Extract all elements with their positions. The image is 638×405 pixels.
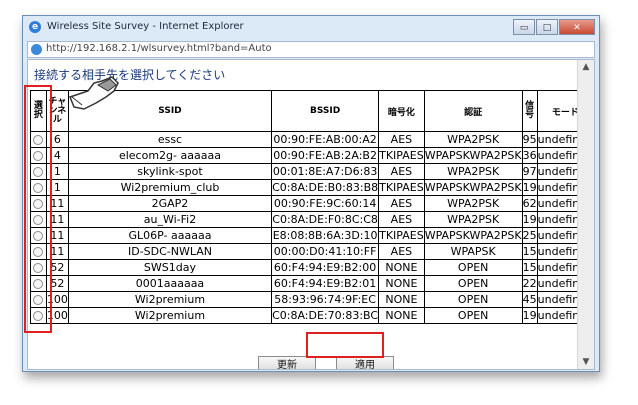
scroll-down-icon[interactable]: ▼	[578, 355, 594, 369]
cell-encryption: NONE	[378, 259, 425, 276]
cell-encryption: NONE	[378, 275, 425, 292]
cell-auth: OPEN	[423, 291, 523, 308]
cell-encryption: NONE	[378, 307, 425, 324]
cell-bssid: 00:90:FE:AB:2A:B2	[271, 147, 380, 164]
apply-button-highlight	[306, 332, 384, 358]
cell-encryption: AES	[378, 243, 425, 260]
cell-bssid: C0:8A:DE:F0:8C:C8	[271, 211, 380, 228]
cell-signal: 22	[521, 275, 538, 292]
cell-ssid: 2GAP2	[67, 195, 273, 212]
vertical-scrollbar[interactable]: ▲ ▼	[577, 60, 594, 369]
cell-ssid: au_Wi-Fi2	[67, 211, 273, 228]
table-row: 100 Wi2premium C0:8A:DE:70:83:BC NONE OPEN 19…	[30, 307, 594, 324]
browser-window: e Wireless Site Survey - Internet Explor…	[22, 15, 600, 372]
table-row: 11 2GAP2 00:90:FE:9C:60:14 AES WPA2PSK 62 unde…	[30, 195, 594, 212]
cell-signal: 15	[521, 259, 538, 276]
cell-ssid: ID-SDC-NWLAN	[67, 243, 273, 260]
table-row: 6 essc 00:90:FE:AB:00:A2 AES WPA2PSK 95 undefi…	[30, 131, 594, 148]
cell-signal: 19	[521, 211, 538, 228]
cell-signal: 95	[521, 131, 538, 148]
cell-auth: WPA2PSK	[423, 211, 523, 228]
cell-bssid: C0:8A:DE:B0:83:B8	[271, 179, 380, 196]
ie-logo-icon: e	[29, 21, 41, 33]
cell-ssid: elecom2g- aaaaaa	[67, 147, 273, 164]
cell-ssid: skylink-spot	[67, 163, 273, 180]
cell-signal: 62	[521, 195, 538, 212]
table-row: 11 GL06P- aaaaaa E8:08:8B:6A:3D:10 TKIPAES W…	[30, 227, 594, 244]
cell-bssid: 00:00:D0:41:10:FF	[271, 243, 380, 260]
window-title: Wireless Site Survey - Internet Explorer	[47, 21, 244, 32]
cell-encryption: TKIPAES	[378, 227, 425, 244]
survey-rows: 6 essc 00:90:FE:AB:00:A2 AES WPA2PSK 95 undefi…	[30, 131, 594, 324]
cell-encryption: TKIPAES	[378, 147, 425, 164]
cell-auth: OPEN	[423, 259, 523, 276]
cell-signal: 97	[521, 163, 538, 180]
cell-auth: WPAPSKWPA2PSK	[423, 179, 523, 196]
table-row: 100 Wi2premium 58:93:96:74:9F:EC NONE OPEN 45…	[30, 291, 594, 308]
cell-ssid: Wi2premium	[67, 307, 273, 324]
cell-signal: 15	[521, 243, 538, 260]
cell-bssid: C0:8A:DE:70:83:BC	[271, 307, 380, 324]
cell-bssid: 00:01:8E:A7:D6:83	[271, 163, 380, 180]
header-auth: 認証	[423, 90, 523, 132]
cell-encryption: AES	[378, 131, 425, 148]
title-bar: e Wireless Site Survey - Internet Explor…	[23, 16, 599, 40]
cell-auth: WPA2PSK	[423, 131, 523, 148]
cell-ssid: GL06P- aaaaaa	[67, 227, 273, 244]
cell-auth: WPA2PSK	[423, 195, 523, 212]
cell-signal: 19	[521, 179, 538, 196]
address-text[interactable]: http://192.168.2.1/wlsurvey.html?band=Au…	[46, 43, 272, 54]
cell-signal: 36	[521, 147, 538, 164]
header-bssid: BSSID	[271, 90, 380, 132]
window-controls: ▭ □ ✕	[513, 19, 595, 35]
cell-encryption: AES	[378, 195, 425, 212]
table-row: 4 elecom2g- aaaaaa 00:90:FE:AB:2A:B2 TKIPAE…	[30, 147, 594, 164]
cell-ssid: 0001aaaaaa	[67, 275, 273, 292]
cell-encryption: AES	[378, 163, 425, 180]
header-signal: 信号	[521, 90, 538, 132]
pointing-hand-icon	[69, 76, 119, 110]
cell-bssid: 60:F4:94:E9:B2:00	[271, 259, 380, 276]
cell-bssid: E8:08:8B:6A:3D:10	[271, 227, 380, 244]
page-heading: 接続する相手先を選択してください	[34, 68, 226, 82]
table-row: 52 SWS1day 60:F4:94:E9:B2:00 NONE OPEN 15 unde…	[30, 259, 594, 276]
cell-bssid: 58:93:96:74:9F:EC	[271, 291, 380, 308]
select-column-highlight	[24, 85, 52, 333]
cell-encryption: TKIPAES	[378, 179, 425, 196]
cell-encryption: AES	[378, 211, 425, 228]
cell-auth: OPEN	[423, 307, 523, 324]
minimize-button[interactable]: ▭	[513, 19, 535, 35]
cell-ssid: Wi2premium_club	[67, 179, 273, 196]
cell-signal: 19	[521, 307, 538, 324]
page-icon	[31, 44, 42, 55]
site-survey-table: 選択 チャンネル SSID BSSID 暗号化 認証 信号 モード 6 essc 0…	[30, 90, 594, 324]
cell-signal: 25	[521, 227, 538, 244]
cell-auth: WPAPSK	[423, 243, 523, 260]
cell-auth: WPAPSKWPA2PSK	[423, 147, 523, 164]
table-row: 11 au_Wi-Fi2 C0:8A:DE:F0:8C:C8 AES WPA2PSK 19…	[30, 211, 594, 228]
cell-auth: WPA2PSK	[423, 163, 523, 180]
table-row: 11 ID-SDC-NWLAN 00:00:D0:41:10:FF AES WPAPSK…	[30, 243, 594, 260]
apply-button[interactable]: 適用	[336, 356, 394, 369]
cell-signal: 45	[521, 291, 538, 308]
refresh-button[interactable]: 更新	[258, 356, 316, 369]
cell-ssid: SWS1day	[67, 259, 273, 276]
cell-ssid: Wi2premium	[67, 291, 273, 308]
cell-auth: WPAPSKWPA2PSK	[423, 227, 523, 244]
close-button[interactable]: ✕	[559, 19, 595, 35]
cell-encryption: NONE	[378, 291, 425, 308]
cell-ssid: essc	[67, 131, 273, 148]
cell-bssid: 00:90:FE:AB:00:A2	[271, 131, 380, 148]
table-row: 1 skylink-spot 00:01:8E:A7:D6:83 AES WPA2PSK…	[30, 163, 594, 180]
maximize-button[interactable]: □	[536, 19, 558, 35]
cell-bssid: 60:F4:94:E9:B2:01	[271, 275, 380, 292]
header-encryption: 暗号化	[378, 90, 425, 132]
address-bar[interactable]: http://192.168.2.1/wlsurvey.html?band=Au…	[27, 41, 595, 58]
table-row: 1 Wi2premium_club C0:8A:DE:B0:83:B8 TKIPAES…	[30, 179, 594, 196]
table-row: 52 0001aaaaaa 60:F4:94:E9:B2:01 NONE OPEN 22 u…	[30, 275, 594, 292]
button-row: 更新 適用	[28, 356, 594, 369]
scroll-up-icon[interactable]: ▲	[578, 60, 594, 74]
cell-auth: OPEN	[423, 275, 523, 292]
cell-bssid: 00:90:FE:9C:60:14	[271, 195, 380, 212]
